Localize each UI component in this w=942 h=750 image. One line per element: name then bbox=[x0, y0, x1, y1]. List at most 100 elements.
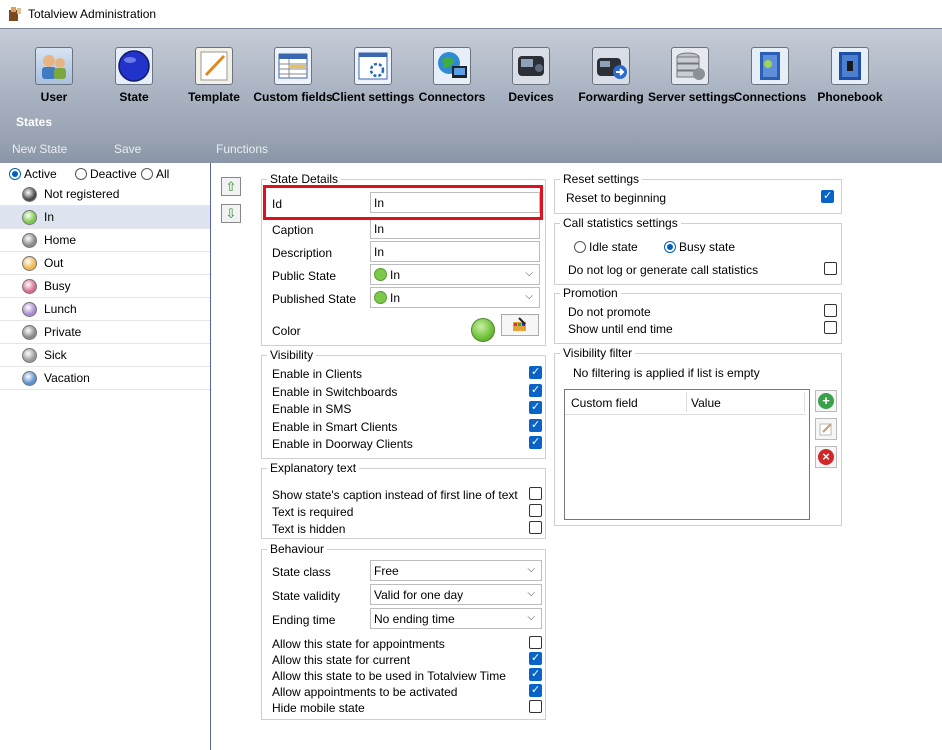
id-value: In bbox=[374, 196, 385, 210]
filter-list[interactable]: Custom field Value bbox=[564, 389, 810, 520]
state-color-icon bbox=[22, 302, 37, 317]
col-value[interactable]: Value bbox=[691, 396, 721, 410]
toolbar-server-settings-label: Server settings bbox=[648, 90, 735, 104]
toolbar-devices-button[interactable]: Devices bbox=[489, 47, 573, 127]
published-state-select[interactable]: In ⌵ bbox=[370, 287, 540, 308]
state-class-select[interactable]: Free ⌵ bbox=[370, 560, 542, 581]
state-list-item[interactable]: Lunch bbox=[0, 298, 210, 321]
state-color-icon bbox=[22, 187, 37, 202]
functions-menu[interactable]: Functions bbox=[216, 142, 268, 156]
state-validity-label: State validity bbox=[272, 589, 341, 603]
toolbar-connectors-label: Connectors bbox=[418, 90, 486, 104]
visibility-option-checkbox[interactable] bbox=[529, 365, 542, 379]
visibility-option-label: Enable in Clients bbox=[272, 367, 363, 381]
reset-settings-title: Reset settings bbox=[560, 172, 643, 186]
toolbar-connectors-button[interactable]: Connectors bbox=[410, 47, 494, 127]
state-list-item[interactable]: Private bbox=[0, 321, 210, 344]
toolbar-forwarding-label: Forwarding bbox=[578, 90, 644, 104]
state-class-value: Free bbox=[374, 564, 399, 578]
caption-value: In bbox=[374, 222, 385, 236]
state-list-item[interactable]: Sick bbox=[0, 344, 210, 367]
toolbar-forwarding-button[interactable]: Forwarding bbox=[569, 47, 653, 127]
no-log-checkbox[interactable] bbox=[824, 262, 837, 275]
state-validity-select[interactable]: Valid for one day ⌵ bbox=[370, 584, 542, 605]
filter-active-radio[interactable]: Active bbox=[9, 167, 57, 181]
devices-icon bbox=[512, 47, 550, 85]
description-label: Description bbox=[272, 246, 333, 260]
state-color-dot bbox=[374, 291, 387, 304]
published-state-value: In bbox=[390, 291, 401, 305]
promotion-option-checkbox[interactable] bbox=[824, 321, 837, 334]
reset-to-beginning-checkbox[interactable] bbox=[821, 189, 834, 203]
chevron-down-icon: ⌵ bbox=[527, 564, 535, 575]
state-list-item[interactable]: Vacation bbox=[0, 367, 210, 390]
toolbar-custom-fields-button[interactable]: Custom fields bbox=[251, 47, 335, 127]
edit-filter-button[interactable] bbox=[815, 418, 837, 440]
visibility-option-checkbox[interactable] bbox=[529, 400, 542, 414]
explanatory-title: Explanatory text bbox=[267, 461, 360, 475]
state-list-label: In bbox=[44, 210, 55, 224]
promotion-option-checkbox[interactable] bbox=[824, 304, 837, 317]
ending-time-select[interactable]: No ending time ⌵ bbox=[370, 608, 542, 629]
filter-all-radio[interactable]: All bbox=[141, 167, 169, 181]
state-list-item[interactable]: In bbox=[0, 206, 210, 229]
action-bar: New State Save Functions bbox=[0, 135, 942, 163]
add-filter-button[interactable]: + bbox=[815, 390, 837, 412]
new-state-button[interactable]: New State bbox=[12, 142, 67, 156]
filter-deactive-radio[interactable]: Deactive bbox=[75, 167, 137, 181]
toolbar-state-label: State bbox=[119, 90, 149, 104]
save-button[interactable]: Save bbox=[114, 142, 141, 156]
radio-circle bbox=[574, 241, 586, 253]
radio-circle bbox=[75, 168, 87, 180]
behaviour-option-checkbox[interactable] bbox=[529, 667, 542, 681]
visibility-option-checkbox[interactable] bbox=[529, 418, 542, 432]
behaviour-option-checkbox[interactable] bbox=[529, 651, 542, 665]
public-state-value: In bbox=[390, 268, 401, 282]
explanatory-option-checkbox[interactable] bbox=[529, 487, 542, 500]
move-down-button[interactable]: ⇩ bbox=[221, 204, 241, 223]
explanatory-option-checkbox[interactable] bbox=[529, 521, 542, 534]
state-list-label: Sick bbox=[44, 348, 67, 362]
explanatory-option-label: Text is hidden bbox=[272, 522, 346, 536]
explanatory-option-label: Text is required bbox=[272, 505, 354, 519]
toolbar-client-settings-button[interactable]: Client settings bbox=[331, 47, 415, 127]
state-list-item[interactable]: Not registered bbox=[0, 183, 210, 206]
state-validity-value: Valid for one day bbox=[374, 588, 464, 602]
behaviour-option-checkbox[interactable] bbox=[529, 700, 542, 713]
state-list-item[interactable]: Home bbox=[0, 229, 210, 252]
busy-state-label: Busy state bbox=[679, 240, 736, 254]
state-color-icon bbox=[22, 210, 37, 225]
state-color-icon bbox=[22, 256, 37, 271]
visibility-option-checkbox[interactable] bbox=[529, 383, 542, 397]
move-up-button[interactable]: ⇧ bbox=[221, 177, 241, 196]
state-list-item[interactable]: Busy bbox=[0, 275, 210, 298]
public-state-label: Public State bbox=[272, 269, 337, 283]
behaviour-option-checkbox[interactable] bbox=[529, 683, 542, 697]
toolbar-state-button[interactable]: State bbox=[92, 47, 176, 127]
color-picker-button[interactable] bbox=[501, 314, 539, 336]
id-field[interactable]: In bbox=[370, 192, 540, 213]
chevron-down-icon: ⌵ bbox=[527, 588, 535, 599]
caption-field[interactable]: In bbox=[370, 218, 540, 239]
toolbar-template-button[interactable]: Template bbox=[172, 47, 256, 127]
filter-active-label: Active bbox=[24, 167, 57, 181]
toolbar-phonebook-button[interactable]: Phonebook bbox=[808, 47, 892, 127]
description-field[interactable]: In bbox=[370, 241, 540, 262]
arrow-up-icon: ⇧ bbox=[225, 179, 237, 194]
state-list-item[interactable]: Out bbox=[0, 252, 210, 275]
description-value: In bbox=[374, 245, 385, 259]
busy-state-radio[interactable]: Busy state bbox=[664, 240, 735, 254]
toolbar-connections-button[interactable]: Connections bbox=[728, 47, 812, 127]
idle-state-radio[interactable]: Idle state bbox=[574, 240, 638, 254]
delete-filter-button[interactable]: × bbox=[815, 446, 837, 468]
public-state-select[interactable]: In ⌵ bbox=[370, 264, 540, 285]
arrow-down-icon: ⇩ bbox=[225, 206, 237, 221]
state-color-icon bbox=[22, 233, 37, 248]
behaviour-option-checkbox[interactable] bbox=[529, 636, 542, 649]
col-custom-field[interactable]: Custom field bbox=[571, 396, 638, 410]
explanatory-option-checkbox[interactable] bbox=[529, 504, 542, 517]
visibility-option-label: Enable in Doorway Clients bbox=[272, 437, 413, 451]
toolbar-server-settings-button[interactable]: Server settings bbox=[648, 47, 735, 127]
visibility-option-checkbox[interactable] bbox=[529, 435, 542, 449]
chevron-down-icon: ⌵ bbox=[527, 612, 535, 623]
